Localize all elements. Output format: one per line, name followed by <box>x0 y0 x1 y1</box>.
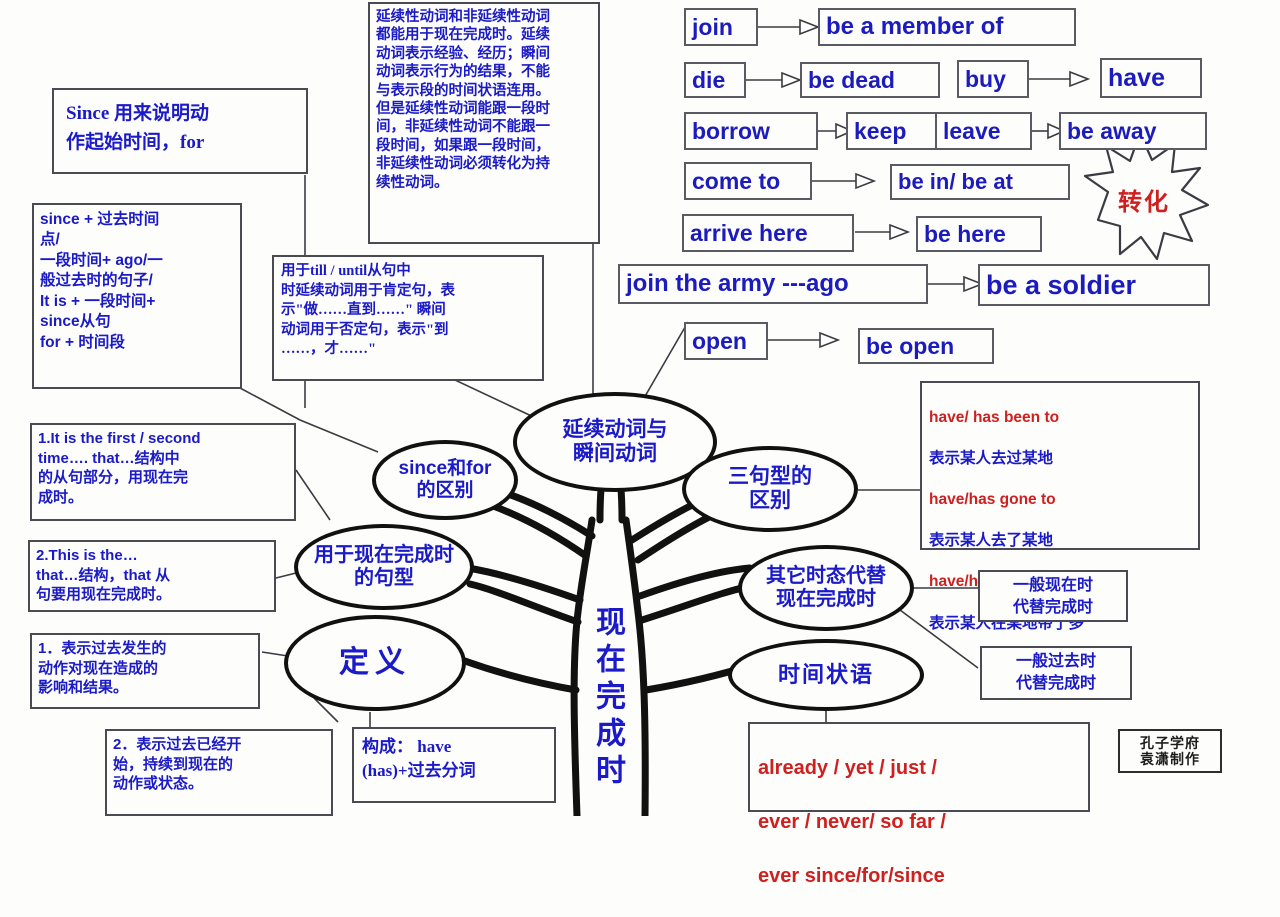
node-other-tenses[interactable]: 其它时态代替 现在完成时 <box>738 545 914 631</box>
line-pattern-1 <box>295 469 331 521</box>
verb-to-be-dead: be dead <box>800 62 940 98</box>
note-since-usage: since + 过去时间 点/ 一段时间+ ago/一 般过去时的句子/ It … <box>32 203 242 389</box>
verb-to-be-in-be-at: be in/ be at <box>890 164 1070 200</box>
branch-since-for-2 <box>484 500 590 560</box>
verb-to-be-open: be open <box>858 328 994 364</box>
verb-to-be-a-member-of: be a member of <box>818 8 1076 46</box>
verb-to-be-a-soldier: be a soldier <box>978 264 1210 306</box>
trunk-right-edge <box>622 516 649 816</box>
verb-to-be-here: be here <box>916 216 1042 252</box>
verb-from-come-to: come to <box>684 162 812 200</box>
branch-other-tenses-2 <box>638 582 756 624</box>
note-definition-1: 1．表示过去发生的 动作对现在造成的 影响和结果。 <box>30 633 260 709</box>
note-replace-present: 一般现在时 代替完成时 <box>978 570 1128 622</box>
verb-to-have: have <box>1100 58 1202 98</box>
note-pattern-2: 2.This is the… that…结构，that 从 句要用现在完成时。 <box>28 540 276 612</box>
verb-from-open: open <box>684 322 768 360</box>
node-three-patterns[interactable]: 三句型的 区别 <box>682 446 858 532</box>
verb-from-arrive-here: arrive here <box>682 214 854 252</box>
note-till-until: 用于till / until从句中 时延续动词用于肯定句，表 示"做……直到……… <box>272 255 544 381</box>
note-definition-2: 2．表示过去已经开 始，持续到现在的 动作或状态。 <box>105 729 333 816</box>
verb-from-buy: buy <box>957 60 1029 98</box>
line-open-branch <box>639 321 689 406</box>
three-patterns-line: have/ has been to <box>929 408 1060 426</box>
node-time-adverbials[interactable]: 时间状语 <box>728 639 924 711</box>
note-three-patterns: have/ has been to 表示某人去过某地 have/has gone… <box>920 381 1200 632</box>
note-duration-explain: 延续性动词和非延续性动词 都能用于现在完成时。延续 动词表示经验、经历；瞬间 动… <box>368 2 600 244</box>
conversion-burst-label: 转化 <box>1118 189 1170 216</box>
time-adverbial-line: ever / never/ so far / <box>758 811 946 833</box>
time-adverbial-line: ever since/for/since <box>758 865 945 887</box>
node-sentence-patterns[interactable]: 用于现在完成时的句型 <box>294 524 474 610</box>
verb-to-keep: keep <box>846 112 940 150</box>
node-since-for[interactable]: since和for 的区别 <box>372 440 518 520</box>
time-adverbial-line: already / yet / just / <box>758 757 937 779</box>
line-till-until <box>454 379 541 421</box>
verb-from-leave: leave <box>935 112 1032 150</box>
verb-from-die: die <box>684 62 746 98</box>
branch-sentence-patterns <box>464 564 584 604</box>
verb-to-be-away: be away <box>1059 112 1207 150</box>
note-since-explain: Since 用来说明动 作起始时间，for <box>52 88 308 174</box>
branch-sentence-patterns-2 <box>466 580 582 626</box>
note-time-adverbials: already / yet / just / ever / never/ so … <box>748 722 1090 887</box>
three-patterns-line: have/has gone to <box>929 491 1056 509</box>
watermark: 孔子学府 袁潇制作 <box>1118 729 1222 773</box>
mindmap-canvas: Since 用来说明动 作起始时间，for since + 过去时间 点/ 一段… <box>0 0 1280 887</box>
trunk-label: 现在完成时 <box>591 606 624 791</box>
trunk-left-edge <box>570 516 596 816</box>
three-patterns-line: 表示某人去了某地 <box>929 532 1054 550</box>
branch-other-tenses <box>636 564 754 600</box>
note-composition: 构成： have (has)+过去分词 <box>352 727 556 803</box>
verb-from-join-the-army: join the army ---ago <box>618 264 928 304</box>
branch-definition <box>458 656 580 694</box>
node-definition[interactable]: 定义 <box>284 615 466 711</box>
verb-from-join: join <box>684 8 758 46</box>
verb-from-borrow: borrow <box>684 112 818 150</box>
three-patterns-line: 表示某人去过某地 <box>929 449 1054 467</box>
note-replace-past: 一般过去时 代替完成时 <box>980 646 1132 700</box>
note-pattern-1: 1.It is the first / second time…. that…结… <box>30 423 296 521</box>
